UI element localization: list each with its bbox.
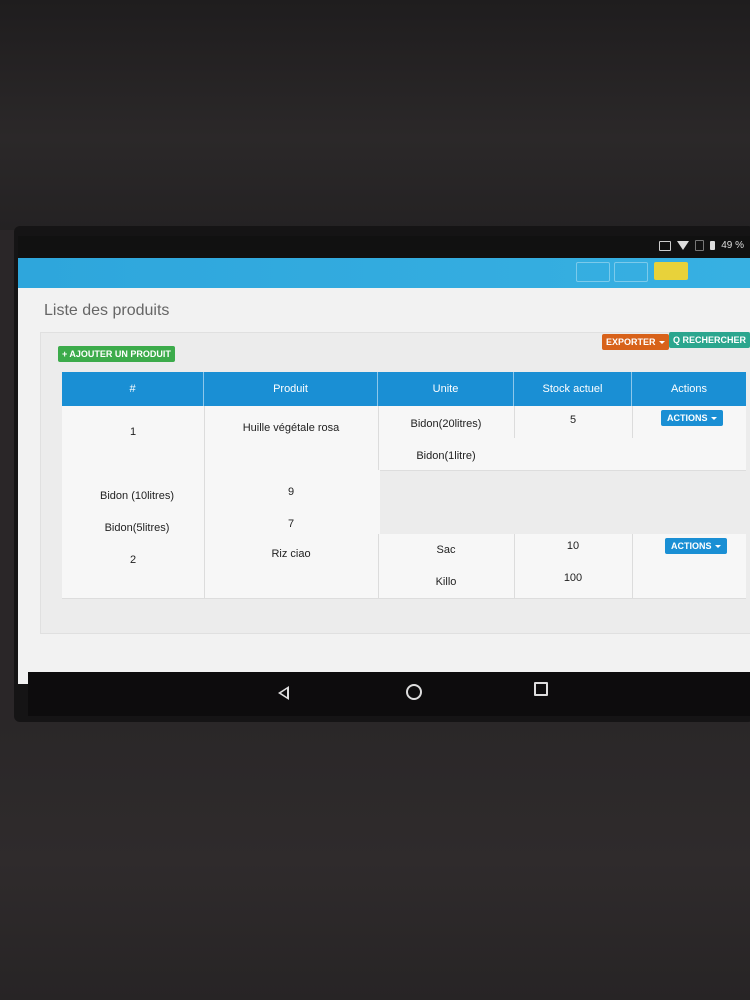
screen: 49 % Liste des produits + AJOUTER UN PRO… <box>18 236 750 684</box>
no-sim-icon <box>695 240 705 251</box>
stock-cell: 100 <box>563 572 583 584</box>
stock-cell: 9 <box>287 486 295 498</box>
add-product-button[interactable]: + AJOUTER UN PRODUIT <box>58 346 175 362</box>
caret-down-icon <box>710 417 717 421</box>
caret-down-icon <box>658 341 665 345</box>
unit-cell: Sac <box>436 544 456 556</box>
caret-down-icon <box>714 545 721 549</box>
recent-apps-icon[interactable] <box>534 682 548 696</box>
unit-cell: Bidon(1litre) <box>416 450 476 462</box>
stock-cell: 10 <box>566 540 580 552</box>
column-header-product[interactable]: Produit <box>204 372 378 406</box>
column-divider <box>632 406 633 438</box>
page-title: Liste des produits <box>44 302 170 319</box>
header-badge[interactable] <box>654 262 688 280</box>
unit-cell: Killo <box>435 576 457 588</box>
product-name: Riz ciao <box>271 548 311 560</box>
column-header-unit[interactable]: Unite <box>378 372 514 406</box>
battery-icon <box>710 241 716 250</box>
export-label: EXPORTER <box>606 337 656 347</box>
actions-dropdown-button[interactable]: ACTIONS <box>665 538 727 554</box>
android-nav-bar <box>28 672 750 716</box>
vibrate-icon <box>659 240 672 251</box>
home-icon[interactable] <box>406 684 422 700</box>
battery-level: 49 % <box>721 240 744 251</box>
actions-dropdown-button[interactable]: ACTIONS <box>661 410 723 426</box>
column-header-actions: Actions <box>670 383 708 395</box>
table-header: # Produit Unite Stock actuel Actions <box>62 372 746 406</box>
device-bezel-top <box>0 0 750 230</box>
actions-label: ACTIONS <box>667 413 708 423</box>
product-name: Huille végétale rosa <box>242 422 340 434</box>
header-button[interactable] <box>614 262 648 282</box>
export-button[interactable]: EXPORTER <box>602 334 669 350</box>
wifi-icon <box>677 241 690 250</box>
app-header <box>18 258 750 288</box>
unit-cell: Bidon (10litres) <box>100 490 174 502</box>
stock-cell: 5 <box>569 414 577 426</box>
column-header-number[interactable]: # <box>62 372 204 406</box>
header-button[interactable] <box>576 262 610 282</box>
column-header-stock[interactable]: Stock actuel <box>514 372 632 406</box>
actions-label: ACTIONS <box>671 541 712 551</box>
unit-cell: Bidon(5litres) <box>104 522 170 534</box>
device-bezel-bottom <box>0 720 750 1000</box>
back-icon-inner <box>281 689 287 697</box>
row-number: 2 <box>129 554 137 566</box>
search-button[interactable]: Q RECHERCHER <box>669 332 750 348</box>
status-bar: 49 % <box>18 236 750 258</box>
row-number: 1 <box>129 426 137 438</box>
stock-cell: 7 <box>287 518 295 530</box>
unit-cell: Bidon(20litres) <box>410 418 482 430</box>
column-divider <box>632 534 633 598</box>
